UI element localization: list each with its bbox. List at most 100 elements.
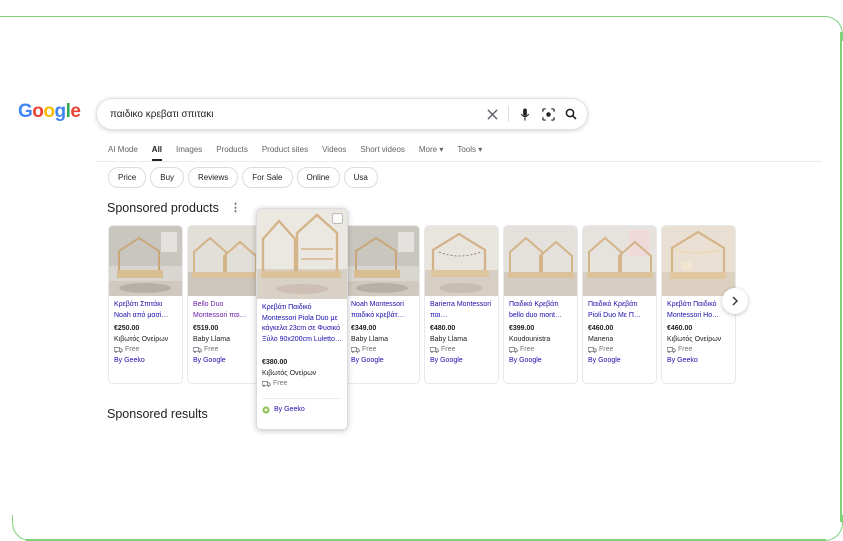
product-card[interactable]: Παιδικό Κρεβάτι bello duo mont… €399.00 … bbox=[503, 225, 578, 384]
lens-icon[interactable] bbox=[541, 107, 555, 121]
product-image[interactable] bbox=[504, 226, 577, 296]
product-image[interactable] bbox=[583, 226, 656, 296]
product-shipping: Free bbox=[114, 345, 177, 356]
tab-videos[interactable]: Videos bbox=[322, 145, 346, 154]
seller-link[interactable]: By Geeko bbox=[274, 405, 305, 416]
seller-link[interactable]: By Google bbox=[351, 356, 414, 367]
sponsored-results-heading: Sponsored results bbox=[107, 407, 208, 421]
product-card[interactable]: Bello Duo Montessori παι… €519.00 Baby L… bbox=[187, 225, 262, 384]
logo-letter: o bbox=[43, 101, 55, 122]
logo-letter: g bbox=[54, 101, 67, 122]
product-store: Baby Llama bbox=[351, 335, 388, 343]
search-icon[interactable] bbox=[564, 107, 578, 121]
shipping-label: Free bbox=[204, 346, 219, 353]
product-image[interactable] bbox=[257, 209, 347, 299]
product-title[interactable]: Κρεβάτι Παιδικό Montessori Ho… bbox=[667, 300, 730, 321]
frame-corner bbox=[818, 515, 843, 541]
product-price: €460.00 bbox=[588, 325, 614, 332]
product-image[interactable] bbox=[662, 226, 735, 296]
product-card[interactable]: Barierra Montessori παι… €480.00 Baby Ll… bbox=[424, 225, 499, 384]
product-store: Manena bbox=[588, 335, 614, 343]
more-options-icon[interactable]: ⋮ bbox=[230, 201, 241, 214]
microphone-icon[interactable] bbox=[518, 107, 532, 121]
tab-product-sites[interactable]: Product sites bbox=[262, 145, 308, 154]
product-image[interactable] bbox=[425, 226, 498, 296]
product-card[interactable]: Κρεβάτι Σπιτάκι Noah από μασί… €250.00 Κ… bbox=[108, 225, 183, 384]
chip-reviews[interactable]: Reviews bbox=[188, 167, 239, 188]
product-title[interactable]: Barierra Montessori παι… bbox=[430, 300, 493, 321]
sponsored-products-heading: Sponsored products bbox=[107, 201, 219, 215]
google-logo[interactable]: Google bbox=[18, 101, 81, 123]
product-card[interactable]: Noah Montessori παιδικό κρεβάτ… €349.00 … bbox=[345, 225, 420, 384]
seller-link[interactable]: By Google bbox=[509, 356, 572, 367]
truck-icon bbox=[667, 347, 676, 354]
product-store: Baby Llama bbox=[430, 335, 467, 343]
shipping-label: Free bbox=[273, 380, 288, 387]
tab-ai-mode[interactable]: AI Mode bbox=[108, 145, 138, 154]
carousel-next-button[interactable] bbox=[722, 288, 748, 314]
product-price: €349.00 bbox=[351, 325, 377, 332]
shipping-label: Free bbox=[441, 346, 456, 353]
product-image[interactable] bbox=[346, 226, 419, 296]
search-box[interactable]: παιδικο κρεβατι σπιτακι bbox=[96, 98, 588, 130]
chevron-right-icon bbox=[732, 296, 739, 306]
filter-chips: Price Buy Reviews For Sale Online Usa bbox=[108, 167, 382, 188]
frame-border-right bbox=[840, 32, 842, 522]
chip-online[interactable]: Online bbox=[296, 167, 340, 188]
seller-link[interactable]: By Google bbox=[193, 356, 256, 367]
search-divider bbox=[508, 106, 509, 122]
product-shipping: Free bbox=[588, 345, 651, 356]
product-title[interactable]: Bello Duo Montessori παι… bbox=[193, 300, 256, 321]
seller-link[interactable]: By Google bbox=[588, 356, 651, 367]
product-shipping: Free bbox=[262, 379, 342, 390]
truck-icon bbox=[509, 347, 518, 354]
product-image[interactable] bbox=[188, 226, 261, 296]
product-title[interactable]: Παιδικό Κρεβάτι Pioli Duo Με Π… bbox=[588, 300, 651, 321]
truck-icon bbox=[588, 347, 597, 354]
chip-for-sale[interactable]: For Sale bbox=[242, 167, 293, 188]
product-price: €480.00 bbox=[430, 325, 456, 332]
product-store: Κιβωτός Ονείρων bbox=[114, 335, 169, 343]
seller-link[interactable]: By Google bbox=[430, 356, 493, 367]
logo-letter: G bbox=[18, 101, 33, 122]
truck-icon bbox=[351, 347, 360, 354]
truck-icon bbox=[262, 381, 271, 388]
product-title[interactable]: Παιδικό Κρεβάτι bello duo mont… bbox=[509, 300, 572, 321]
tab-short-videos[interactable]: Short videos bbox=[360, 145, 404, 154]
product-card-expanded[interactable]: Κρεβάτι Παιδικό Montessori Piola Duo με … bbox=[256, 208, 348, 430]
product-price: €460.00 bbox=[667, 325, 693, 332]
seller-link[interactable]: By Geeko bbox=[667, 356, 730, 367]
product-shipping: Free bbox=[430, 345, 493, 356]
product-store: Κιβωτός Ονείρων bbox=[667, 335, 722, 343]
product-store: Baby Llama bbox=[193, 335, 230, 343]
product-card[interactable]: Παιδικό Κρεβάτι Pioli Duo Με Π… €460.00 … bbox=[582, 225, 657, 384]
product-title[interactable]: Κρεβάτι Σπιτάκι Noah από μασί… bbox=[114, 300, 177, 321]
product-price: €380.00 bbox=[262, 359, 288, 366]
tab-products[interactable]: Products bbox=[216, 145, 248, 154]
truck-icon bbox=[114, 347, 123, 354]
tab-more[interactable]: More ▾ bbox=[419, 145, 443, 154]
search-input[interactable]: παιδικο κρεβατι σπιτακι bbox=[110, 109, 485, 120]
chip-buy[interactable]: Buy bbox=[150, 167, 185, 188]
product-price: €250.00 bbox=[114, 325, 140, 332]
product-price: €519.00 bbox=[193, 325, 219, 332]
tabs-divider bbox=[96, 161, 822, 162]
tab-images[interactable]: Images bbox=[176, 145, 202, 154]
shipping-label: Free bbox=[520, 346, 535, 353]
product-title[interactable]: Noah Montessori παιδικό κρεβάτ… bbox=[351, 300, 414, 321]
bookmark-icon[interactable] bbox=[332, 213, 343, 224]
product-title[interactable]: Κρεβάτι Παιδικό Montessori Piola Duo με … bbox=[262, 303, 342, 355]
logo-letter: o bbox=[32, 101, 44, 122]
tab-all[interactable]: All bbox=[151, 145, 163, 161]
tab-tools[interactable]: Tools ▾ bbox=[457, 145, 482, 154]
product-image[interactable] bbox=[109, 226, 182, 296]
clear-icon[interactable] bbox=[485, 107, 499, 121]
seller-link[interactable]: By Geeko bbox=[114, 356, 177, 367]
seller-row: By Geeko bbox=[262, 397, 342, 416]
shipping-label: Free bbox=[599, 346, 614, 353]
chip-usa[interactable]: Usa bbox=[343, 167, 378, 188]
truck-icon bbox=[430, 347, 439, 354]
search-tabs: AI Mode All Images Products Product site… bbox=[108, 145, 496, 161]
frame-border-bottom bbox=[26, 539, 826, 541]
chip-price[interactable]: Price bbox=[108, 167, 147, 188]
